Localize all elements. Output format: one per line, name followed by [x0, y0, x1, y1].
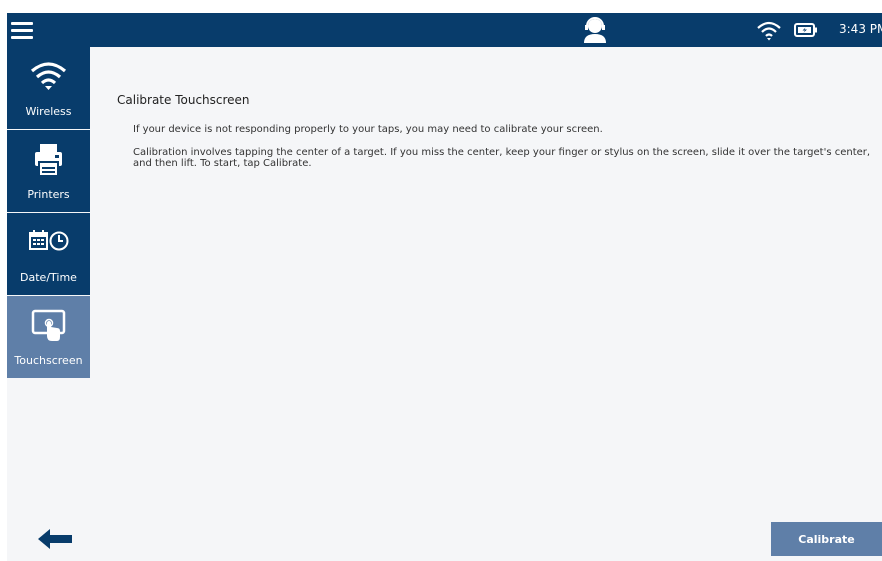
calendar-clock-icon: [29, 230, 69, 251]
printer-icon: [35, 144, 62, 177]
page-title: Calibrate Touchscreen: [117, 93, 250, 107]
instructions-paragraph: Calibration involves tapping the center …: [133, 147, 871, 169]
wifi-icon: [757, 21, 781, 41]
sidebar-item-wireless[interactable]: Wireless: [7, 47, 90, 130]
user-headset-icon[interactable]: [582, 16, 608, 44]
top-status-bar: 3:43 PM: [7, 13, 882, 47]
description-paragraph: If your device is not responding properl…: [133, 124, 603, 135]
clock-time: 3:43 PM: [839, 22, 882, 36]
main-content: Calibrate Touchscreen If your device is …: [117, 93, 877, 181]
sidebar-item-label: Date/Time: [20, 271, 77, 284]
wifi-icon: [30, 62, 67, 90]
sidebar-nav: Wireless Printers Date/Time Touchscreen: [7, 47, 90, 547]
back-arrow-icon[interactable]: [37, 528, 73, 550]
sidebar-item-label: Touchscreen: [14, 354, 83, 367]
app-window: 3:43 PM Wireless Printers: [7, 13, 882, 561]
calibrate-button[interactable]: Calibrate: [771, 522, 882, 556]
menu-icon[interactable]: [11, 19, 33, 41]
sidebar-item-touchscreen[interactable]: Touchscreen: [7, 296, 90, 379]
sidebar-item-printers[interactable]: Printers: [7, 130, 90, 213]
sidebar-item-date-time[interactable]: Date/Time: [7, 213, 90, 296]
battery-icon: [794, 23, 817, 37]
sidebar-item-label: Wireless: [25, 105, 72, 118]
sidebar-item-label: Printers: [27, 188, 70, 201]
touchscreen-icon: [31, 309, 66, 341]
